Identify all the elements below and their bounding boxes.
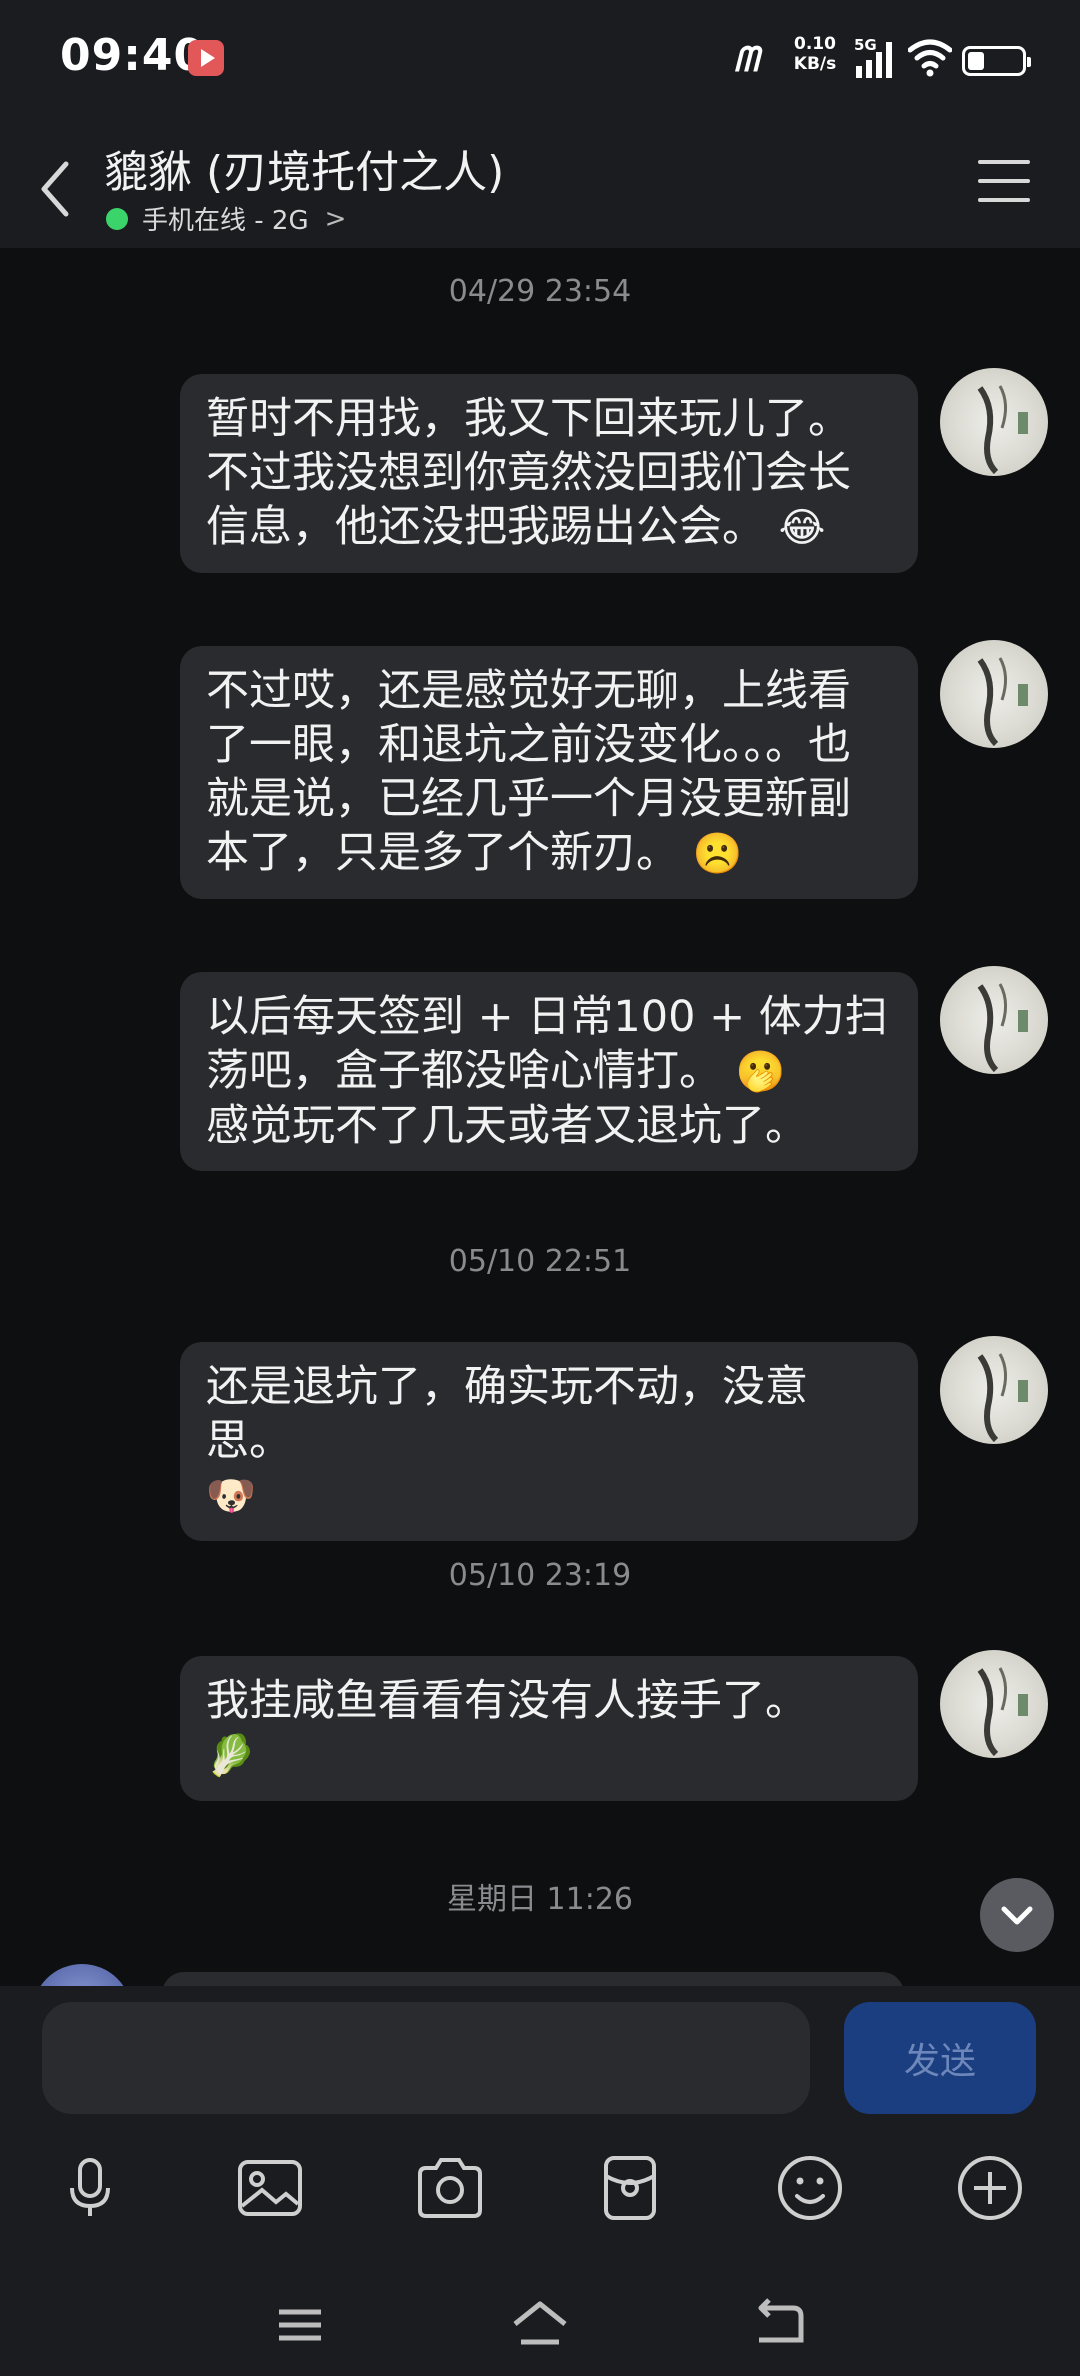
online-status-text: 手机在线 - 2G [142, 206, 309, 236]
message-input[interactable] [42, 2002, 810, 2114]
online-status[interactable]: 手机在线 - 2G > [106, 200, 346, 237]
signal-icon: 5G [854, 36, 900, 80]
contact-name[interactable]: 貔貅 (刃境托付之人) [104, 136, 504, 200]
message-bubble[interactable]: 以后每天签到 + 日常100 + 体力扫荡吧，盒子都没啥心情打。 🫢 感觉玩不了… [180, 972, 918, 1171]
net-speed: 0.10 KB/s [788, 34, 842, 74]
input-toolbar [0, 2148, 1080, 2228]
message-bubble[interactable]: 暂时不用找，我又下回来玩儿了。不过我没想到你竟然没回我们会长信息，他还没把我踢出… [180, 374, 918, 573]
image-icon[interactable] [230, 2148, 310, 2228]
screen-record-icon [188, 40, 224, 76]
menu-icon[interactable] [978, 160, 1030, 206]
status-bar: 09:40 ᗰ 0.10 KB/s 5G [0, 0, 1080, 118]
dog-emoji-icon: 🐶 [206, 1473, 256, 1519]
input-panel: 发送 [0, 1986, 1080, 2376]
message-text: 暂时不用找，我又下回来玩儿了。不过我没想到你竟然没回我们会长信息，他还没把我踢出… [206, 394, 851, 552]
network-type-label: 5G [854, 36, 877, 54]
sad-face-emoji-icon: ☹️ [692, 831, 743, 877]
send-button[interactable]: 发送 [844, 2002, 1036, 2114]
chat-header: 貔貅 (刃境托付之人) 手机在线 - 2G > [0, 118, 1080, 248]
my-avatar[interactable] [940, 640, 1048, 748]
message-text-line: 以后每天签到 + 日常100 + 体力扫荡吧，盒子都没啥心情打。 [206, 992, 888, 1096]
my-avatar[interactable] [940, 368, 1048, 476]
my-avatar[interactable] [940, 966, 1048, 1074]
message-bubble[interactable]: 我挂咸鱼看看有没有人接手了。 🥬 [180, 1656, 918, 1801]
red-packet-icon[interactable] [590, 2148, 670, 2228]
net-speed-value: 0.10 [794, 34, 836, 54]
hand-over-mouth-emoji-icon: 🫢 [735, 1049, 786, 1095]
chevron-right-icon: > [324, 203, 347, 234]
message-bubble[interactable]: 还是退坑了，确实玩不动，没意思。 🐶 [180, 1342, 918, 1541]
timestamp: 04/29 23:54 [448, 274, 632, 309]
message-bubble[interactable]: 不过哎，还是感觉好无聊，上线看了一眼，和退坑之前没变化。。。也就是说，已经几乎一… [180, 646, 918, 899]
timestamp: 星期日 11:26 [447, 1882, 633, 1917]
microphone-icon[interactable] [50, 2148, 130, 2228]
battery-icon [962, 46, 1031, 76]
message-text: 我挂咸鱼看看有没有人接手了。 [206, 1676, 808, 1726]
my-avatar[interactable] [940, 1650, 1048, 1758]
message-text-line: 感觉玩不了几天或者又退坑了。 [206, 1101, 808, 1151]
emoji-icon[interactable] [770, 2148, 850, 2228]
my-avatar[interactable] [940, 1336, 1048, 1444]
cabbage-emoji-icon: 🥬 [206, 1733, 256, 1779]
back-arrow-icon[interactable] [36, 156, 76, 222]
timestamp: 05/10 23:19 [448, 1558, 632, 1593]
online-dot-icon [106, 207, 128, 230]
nav-home-icon[interactable] [505, 2290, 575, 2360]
system-nav-bar [0, 2276, 1080, 2376]
camera-icon[interactable] [410, 2148, 490, 2228]
message-list[interactable]: 04/29 23:54 暂时不用找，我又下回来玩儿了。不过我没想到你竟然没回我们… [0, 248, 1080, 1986]
mm-carrier-icon: ᗰ [734, 40, 759, 80]
net-speed-unit: KB/s [793, 54, 837, 74]
laughing-crying-emoji-icon: 😂 [778, 505, 826, 551]
nav-menu-icon[interactable] [265, 2290, 335, 2360]
plus-icon[interactable] [950, 2148, 1030, 2228]
nav-back-icon[interactable] [745, 2290, 815, 2360]
message-text: 还是退坑了，确实玩不动，没意思。 [206, 1362, 808, 1466]
timestamp: 05/10 22:51 [448, 1244, 632, 1279]
scroll-to-bottom-button[interactable] [980, 1878, 1054, 1952]
wifi-icon [907, 38, 953, 78]
chevron-down-icon [1001, 1906, 1033, 1925]
message-text: 不过哎，还是感觉好无聊，上线看了一眼，和退坑之前没变化。。。也就是说，已经几乎一… [206, 666, 851, 878]
status-time: 09:40 [60, 30, 206, 81]
